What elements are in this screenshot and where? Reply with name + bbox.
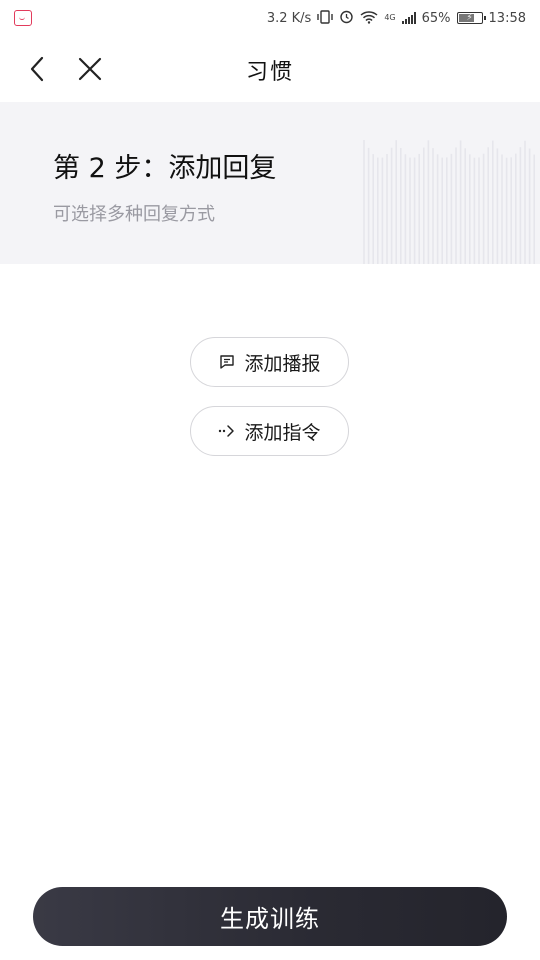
step-title: 第 2 步：添加回复 <box>53 153 277 184</box>
nav-bar: 习惯 <box>0 36 540 102</box>
add-broadcast-button[interactable]: 添加播报 <box>190 337 349 387</box>
step-subtitle: 可选择多种回复方式 <box>53 204 215 225</box>
command-arrow-icon <box>218 422 236 440</box>
vibrate-icon <box>317 9 334 27</box>
signal-icon <box>401 12 416 24</box>
generate-training-button[interactable]: 生成训练 <box>33 887 507 946</box>
battery-icon: ⚡ <box>456 12 486 24</box>
step-header: 第 2 步：添加回复 可选择多种回复方式 <box>0 102 540 264</box>
screen: 3.2 K/s 4G 65% ⚡ 13:58 习惯 第 2 步：添加回复 可选择… <box>0 0 540 960</box>
page-title: 习惯 <box>245 60 294 85</box>
wifi-icon <box>360 10 378 27</box>
status-right: 3.2 K/s 4G 65% ⚡ 13:58 <box>267 9 526 27</box>
network-type: 4G <box>384 13 396 22</box>
step-decoration <box>363 140 535 264</box>
generate-training-label: 生成训练 <box>220 905 320 933</box>
message-icon <box>218 353 236 371</box>
app-notification-icon <box>14 10 32 26</box>
status-bar: 3.2 K/s 4G 65% ⚡ 13:58 <box>0 0 540 36</box>
status-left <box>14 10 32 26</box>
net-speed: 3.2 K/s <box>266 10 312 26</box>
add-command-label: 添加指令 <box>244 421 321 444</box>
add-broadcast-label: 添加播报 <box>244 352 321 375</box>
battery-percent: 65% <box>421 10 451 26</box>
alarm-icon <box>339 9 354 27</box>
add-command-button[interactable]: 添加指令 <box>190 406 349 456</box>
clock: 13:58 <box>488 10 526 26</box>
